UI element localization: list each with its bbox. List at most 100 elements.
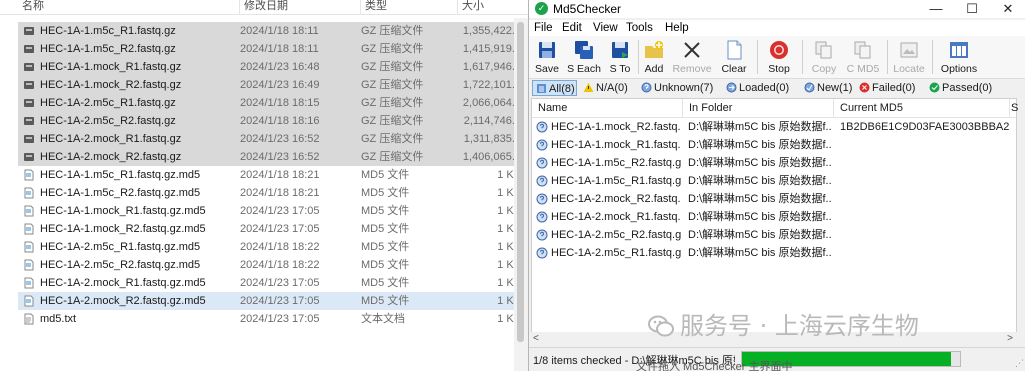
filter-failed[interactable]: Failed(0)	[859, 80, 915, 96]
list-header-folder[interactable]: In Folder	[683, 99, 834, 117]
save-to-button[interactable]: S To	[605, 38, 635, 76]
file-row[interactable]: HEC-1A-1.m5c_R1.fastq.gz.md5 2024/1/18 18…	[18, 166, 523, 184]
checksum-row[interactable]: HEC-1A-2.m5c_R1.fastq.gz D:\解琳琳m5C bis 原始…	[532, 244, 1016, 262]
remove-button[interactable]: Remove	[670, 38, 714, 76]
resize-grip-icon[interactable]: ⋰	[1015, 358, 1024, 369]
row-folder: D:\解琳琳m5C bis 原始数据f...	[688, 193, 832, 205]
md5-file-icon	[23, 277, 35, 289]
file-row[interactable]: HEC-1A-1.mock_R1.fastq.gz.md5 2024/1/23 1…	[18, 202, 523, 220]
row-file-name: HEC-1A-2.mock_R1.fastq...	[551, 211, 681, 223]
file-row[interactable]: HEC-1A-2.mock_R2.fastq.gz 2024/1/23 16:52…	[18, 148, 523, 166]
add-folder-icon	[645, 41, 663, 58]
copy-md5-button[interactable]: C MD5	[843, 38, 883, 76]
warning-icon	[583, 83, 594, 92]
file-row[interactable]: HEC-1A-2.m5c_R2.fastq.gz 2024/1/18 18:16 G…	[18, 112, 523, 130]
list-header-md5[interactable]: Current MD5	[834, 99, 1010, 117]
save-button[interactable]: Save	[531, 38, 563, 76]
list-header-status[interactable]: S	[1010, 99, 1018, 117]
text-file-icon	[23, 313, 35, 325]
column-header-type[interactable]: 类型	[361, 0, 458, 14]
options-icon	[950, 42, 968, 58]
menu-bar: File Edit View Tools Help	[529, 20, 1025, 36]
wechat-logo-icon	[648, 315, 674, 337]
filter-all[interactable]: All(8)	[532, 80, 577, 96]
list-header-name[interactable]: Name	[532, 99, 683, 117]
checksum-row[interactable]: HEC-1A-1.m5c_R2.fastq.gz D:\解琳琳m5C bis 原始…	[532, 154, 1016, 172]
file-row[interactable]: HEC-1A-1.mock_R2.fastq.gz 2024/1/23 16:49…	[18, 76, 523, 94]
filter-na[interactable]: N/A(0)	[583, 80, 628, 96]
file-row[interactable]: HEC-1A-2.mock_R2.fastq.gz.md5 2024/1/23 1…	[18, 292, 523, 310]
options-button[interactable]: Options	[937, 38, 981, 76]
menu-view[interactable]: View	[593, 21, 618, 35]
copy-button[interactable]: Copy	[808, 38, 840, 76]
file-name: HEC-1A-1.m5c_R2.fastq.gz.md5	[40, 187, 201, 199]
file-date: 2024/1/18 18:22	[240, 259, 320, 271]
filter-new-label: New(1)	[817, 82, 853, 94]
file-row[interactable]: HEC-1A-2.m5c_R1.fastq.gz 2024/1/18 18:15 G…	[18, 94, 523, 112]
scroll-left-icon[interactable]: <	[533, 333, 539, 344]
file-row[interactable]: HEC-1A-2.m5c_R2.fastq.gz.md5 2024/1/18 18…	[18, 256, 523, 274]
checksum-row[interactable]: HEC-1A-1.mock_R1.fastq... D:\解琳琳m5C bis 原…	[532, 136, 1016, 154]
add-label: Add	[644, 63, 664, 75]
column-header-size[interactable]: 大小	[458, 0, 514, 14]
vertical-scrollbar[interactable]	[514, 18, 528, 371]
file-row[interactable]: HEC-1A-1.m5c_R2.fastq.gz 2024/1/18 18:11 G…	[18, 40, 523, 58]
filter-loaded[interactable]: Loaded(0)	[726, 80, 789, 96]
row-folder: D:\解琳琳m5C bis 原始数据f...	[688, 247, 832, 259]
file-type: 文本文档	[361, 313, 405, 325]
file-type: GZ 压缩文件	[361, 25, 424, 37]
filter-passed[interactable]: Passed(0)	[929, 80, 992, 96]
row-file-name: HEC-1A-1.m5c_R2.fastq.gz	[551, 157, 681, 169]
file-name: HEC-1A-2.m5c_R1.fastq.gz	[40, 97, 176, 109]
column-header-name[interactable]: 名称	[18, 0, 240, 14]
file-row[interactable]: HEC-1A-1.mock_R2.fastq.gz.md5 2024/1/23 1…	[18, 220, 523, 238]
passed-icon	[929, 82, 940, 93]
title-bar[interactable]: ✓ Md5Checker — ☐ ✕	[529, 0, 1025, 18]
file-size: 1 KB	[497, 241, 521, 253]
file-explorer: 名称 修改日期 类型 大小 HEC-1A-1.m5c_R1.fastq.gz 20…	[0, 0, 530, 371]
save-each-button[interactable]: S Each	[564, 38, 604, 76]
stop-button[interactable]: Stop	[763, 38, 795, 76]
file-date: 2024/1/23 17:05	[240, 295, 320, 307]
minimize-button[interactable]: —	[918, 0, 954, 18]
md5-file-icon	[23, 169, 35, 181]
filter-new[interactable]: New(1)	[804, 80, 852, 96]
file-row[interactable]: md5.txt 2024/1/23 17:05 文本文档 1 KB	[18, 310, 523, 328]
checksum-row[interactable]: HEC-1A-2.m5c_R2.fastq.gz D:\解琳琳m5C bis 原始…	[532, 226, 1016, 244]
file-row[interactable]: HEC-1A-1.mock_R1.fastq.gz 2024/1/23 16:48…	[18, 58, 523, 76]
checksum-row[interactable]: HEC-1A-1.m5c_R1.fastq.gz D:\解琳琳m5C bis 原始…	[532, 172, 1016, 190]
menu-edit[interactable]: Edit	[562, 21, 582, 35]
md5-file-icon	[23, 295, 35, 307]
checksum-list[interactable]: Name In Folder Current MD5 S HEC-1A-1.mo…	[531, 98, 1018, 338]
column-header-date[interactable]: 修改日期	[240, 0, 361, 14]
file-row[interactable]: HEC-1A-2.m5c_R1.fastq.gz.md5 2024/1/18 18…	[18, 238, 523, 256]
close-button[interactable]: ✕	[990, 0, 1025, 18]
add-button[interactable]: Add	[640, 38, 668, 76]
menu-help[interactable]: Help	[665, 21, 689, 35]
file-row[interactable]: HEC-1A-1.m5c_R1.fastq.gz 2024/1/18 18:11 G…	[18, 22, 523, 40]
filter-unknown-label: Unknown(7)	[654, 82, 714, 94]
filter-passed-label: Passed(0)	[942, 82, 993, 94]
menu-file[interactable]: File	[534, 21, 553, 35]
locate-button[interactable]: Locate	[891, 38, 927, 76]
options-label: Options	[940, 63, 978, 75]
file-date: 2024/1/23 16:48	[240, 61, 320, 73]
menu-tools[interactable]: Tools	[626, 21, 653, 35]
filter-na-label: N/A(0)	[596, 82, 628, 94]
maximize-button[interactable]: ☐	[954, 0, 990, 18]
scroll-right-icon[interactable]: >	[1007, 333, 1013, 344]
checksum-row[interactable]: HEC-1A-1.mock_R2.fastq... D:\解琳琳m5C bis 原…	[532, 118, 1016, 136]
toolbar: Save S Each S To Add Remove Clear Stop C…	[529, 36, 1025, 79]
file-row[interactable]: HEC-1A-2.mock_R1.fastq.gz 2024/1/23 16:52…	[18, 130, 523, 148]
file-date: 2024/1/23 17:05	[240, 313, 320, 325]
file-type: GZ 压缩文件	[361, 115, 424, 127]
scrollbar-thumb[interactable]	[517, 22, 524, 342]
file-size: 1 KB	[497, 313, 521, 325]
file-row[interactable]: HEC-1A-1.m5c_R2.fastq.gz.md5 2024/1/18 18…	[18, 184, 523, 202]
file-date: 2024/1/18 18:11	[240, 43, 319, 55]
clear-button[interactable]: Clear	[717, 38, 751, 76]
file-row[interactable]: HEC-1A-2.mock_R1.fastq.gz.md5 2024/1/23 1…	[18, 274, 523, 292]
checksum-row[interactable]: HEC-1A-2.mock_R1.fastq... D:\解琳琳m5C bis 原…	[532, 208, 1016, 226]
filter-unknown[interactable]: Unknown(7)	[641, 80, 713, 96]
checksum-row[interactable]: HEC-1A-2.mock_R2.fastq... D:\解琳琳m5C bis 原…	[532, 190, 1016, 208]
